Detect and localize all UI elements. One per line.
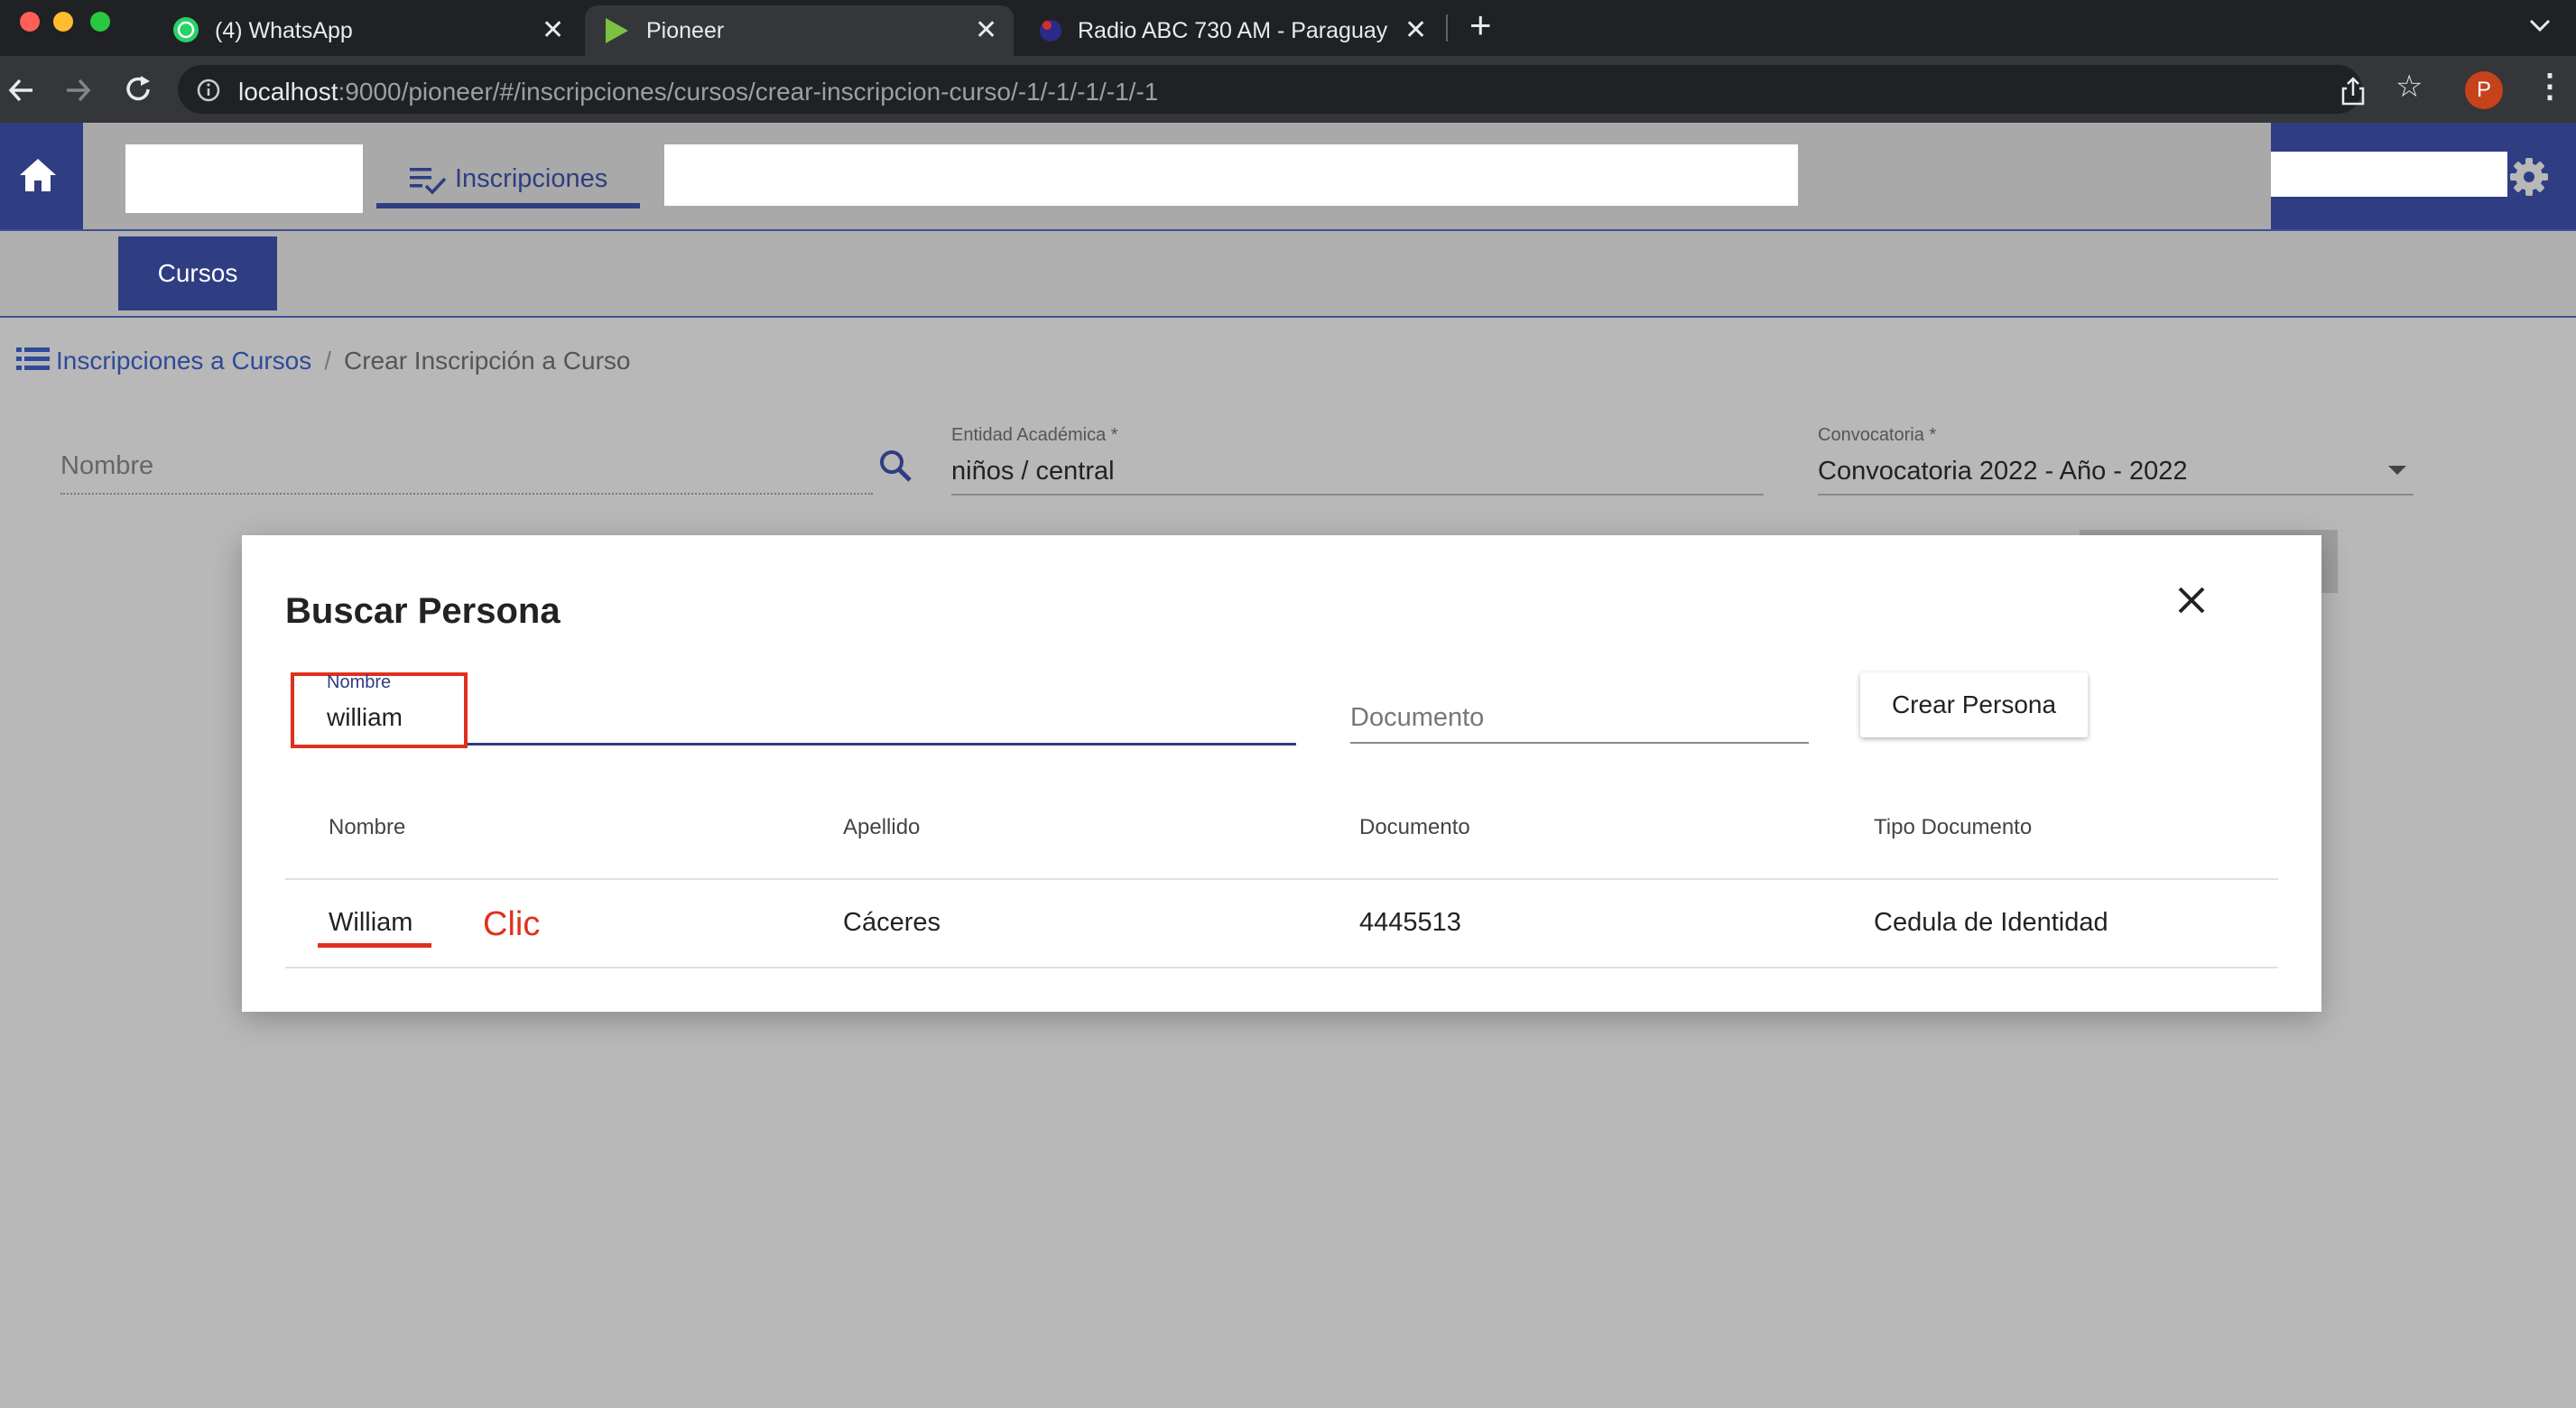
nombre-input-label: Nombre (327, 672, 392, 692)
annotation-underline (318, 943, 431, 948)
crear-persona-button[interactable]: Crear Persona (1860, 672, 2088, 737)
browser-tab-bar: (4) WhatsApp ✕ Pioneer ✕ Radio ABC 730 A… (0, 0, 2576, 56)
close-tab-icon[interactable]: ✕ (1404, 14, 1427, 46)
reload-icon[interactable] (121, 72, 155, 107)
close-window-button[interactable] (20, 12, 40, 32)
browser-toolbar: localhost:9000/pioneer/#/inscripciones/c… (0, 56, 2576, 123)
tab-title: (4) WhatsApp (215, 18, 353, 43)
gear-icon[interactable] (2509, 157, 2549, 197)
nombre-field-line (60, 493, 873, 495)
close-tab-icon[interactable]: ✕ (542, 14, 564, 46)
cursos-button[interactable]: Cursos (118, 236, 277, 310)
dropdown-arrow-icon[interactable] (2386, 464, 2408, 477)
cell-nombre[interactable]: William (329, 908, 412, 938)
bookmark-star-icon[interactable]: ☆ (2395, 69, 2423, 105)
share-icon[interactable] (2340, 76, 2367, 107)
pioneer-play-icon (606, 18, 628, 43)
tab-whatsapp[interactable]: (4) WhatsApp ✕ (153, 5, 578, 56)
column-header-apellido: Apellido (843, 815, 921, 839)
header-logo-placeholder (125, 144, 363, 213)
minimize-window-button[interactable] (53, 12, 73, 32)
playlist-check-icon (410, 168, 447, 195)
nombre-search-field[interactable]: Nombre (60, 451, 153, 481)
buscar-persona-dialog: Buscar Persona Nombre william Documento … (242, 535, 2321, 1012)
sub-navigation: Cursos (0, 231, 2576, 318)
nav-tab-label: Inscripciones (455, 164, 608, 193)
column-header-documento: Documento (1359, 815, 1470, 839)
search-icon[interactable] (877, 448, 913, 484)
documento-input[interactable]: Documento (1350, 703, 1484, 733)
convocatoria-label: Convocatoria * (1818, 425, 1937, 445)
nav-tab-inscripciones[interactable]: Inscripciones (379, 150, 639, 204)
forward-arrow-icon[interactable] (61, 74, 94, 107)
nav-tab-underline (376, 203, 640, 208)
breadcrumb-separator: / (324, 347, 332, 375)
column-header-tipo-documento: Tipo Documento (1874, 815, 2033, 839)
site-info-icon[interactable] (196, 78, 221, 103)
close-icon[interactable] (2164, 573, 2219, 627)
entidad-value[interactable]: niños / central (951, 457, 1115, 486)
list-icon (16, 347, 50, 370)
tab-title: Pioneer (646, 18, 725, 43)
cell-apellido: Cáceres (843, 908, 941, 937)
app-header: Inscripciones (0, 123, 2576, 231)
url-text: localhost:9000/pioneer/#/inscripciones/c… (238, 78, 1159, 106)
header-user-panel (2271, 123, 2576, 229)
home-icon (20, 159, 56, 191)
header-bar-placeholder (664, 144, 1798, 206)
entidad-field-line (951, 494, 1764, 496)
profile-avatar[interactable]: P (2465, 71, 2503, 109)
convocatoria-select[interactable]: Convocatoria 2022 - Año - 2022 (1818, 457, 2188, 486)
breadcrumb-current: Crear Inscripción a Curso (344, 347, 631, 375)
breadcrumb: Inscripciones a Cursos / Crear Inscripción… (16, 346, 630, 375)
breadcrumb-link[interactable]: Inscripciones a Cursos (56, 347, 311, 375)
column-header-nombre: Nombre (329, 815, 406, 839)
radio-abc-icon (1040, 20, 1061, 42)
entidad-label: Entidad Académica * (951, 425, 1118, 445)
table-row-divider (285, 967, 2278, 968)
cell-tipo-documento: Cedula de Identidad (1874, 908, 2108, 937)
nombre-input-underline (468, 743, 1296, 746)
new-tab-icon[interactable]: + (1469, 4, 1492, 47)
user-info-placeholder (2271, 152, 2507, 197)
browser-menu-icon[interactable]: ⋮ (2534, 67, 2566, 105)
nombre-input[interactable]: william (327, 703, 403, 732)
maximize-window-button[interactable] (90, 12, 110, 32)
documento-input-underline (1350, 742, 1809, 744)
close-tab-icon[interactable]: ✕ (975, 14, 997, 46)
tab-radio-abc[interactable]: Radio ABC 730 AM - Paraguay ✕ (1022, 5, 1446, 56)
annotation-clic-label: Clic (483, 905, 541, 943)
home-button[interactable] (0, 123, 83, 229)
dialog-title: Buscar Persona (285, 591, 561, 631)
cell-documento: 4445513 (1359, 908, 1461, 937)
tab-search-chevron-icon[interactable] (2527, 16, 2553, 34)
nombre-placeholder: Nombre (60, 451, 154, 480)
back-arrow-icon[interactable] (5, 74, 38, 107)
address-bar[interactable]: localhost:9000/pioneer/#/inscripciones/c… (178, 65, 2362, 114)
whatsapp-icon (173, 17, 199, 42)
tab-pioneer[interactable]: Pioneer ✕ (585, 5, 1014, 56)
tab-title: Radio ABC 730 AM - Paraguay (1078, 18, 1388, 43)
convocatoria-field-line (1818, 494, 2414, 496)
